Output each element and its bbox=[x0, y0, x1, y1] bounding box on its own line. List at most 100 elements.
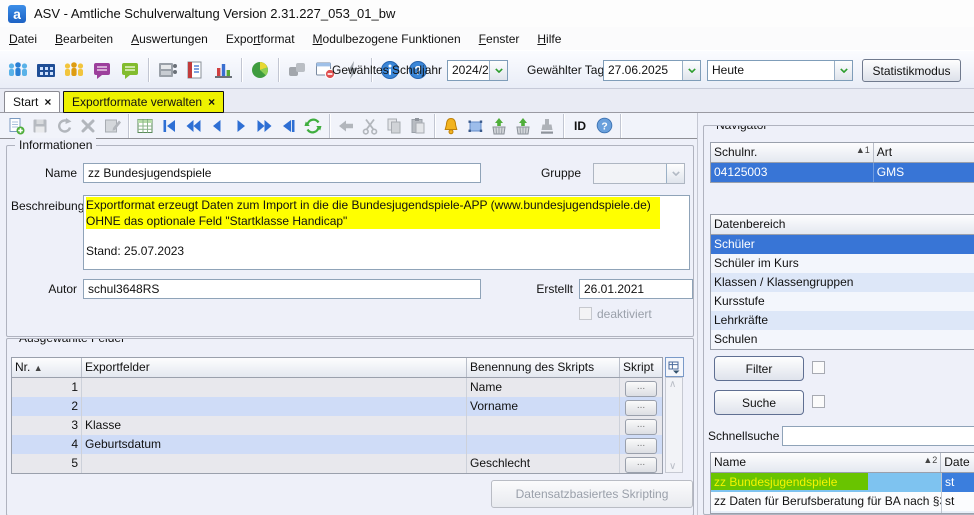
column-header-nr[interactable]: Nr. ▲ bbox=[12, 358, 82, 377]
filter-button[interactable]: Filter bbox=[714, 356, 804, 381]
column-header-exportfelder[interactable]: Exportfelder bbox=[82, 358, 467, 377]
refresh-icon[interactable] bbox=[301, 115, 325, 137]
schuljahr-select[interactable]: 2024/25 bbox=[447, 60, 508, 81]
nav-fast-back-icon[interactable] bbox=[181, 115, 205, 137]
menu-hilfe[interactable]: Hilfe bbox=[528, 30, 570, 48]
nav-back-icon[interactable] bbox=[205, 115, 229, 137]
exportformate-list: Name ▲2 Date zz Bundesjugendspiele st zz… bbox=[710, 452, 974, 514]
name-field[interactable] bbox=[83, 163, 481, 183]
menu-modulbezogene-funktionen[interactable]: Modulbezogene Funktionen bbox=[304, 30, 470, 48]
exportfelder-table: Nr. ▲ Exportfelder Benennung des Skripts… bbox=[11, 357, 663, 474]
report-purple-icon[interactable] bbox=[88, 56, 116, 84]
asv-logo-icon: a bbox=[8, 5, 26, 23]
suche-checkbox[interactable] bbox=[812, 395, 825, 408]
select-region-icon[interactable] bbox=[463, 115, 487, 137]
export-basket-icon[interactable] bbox=[511, 115, 535, 137]
nav-last-icon[interactable] bbox=[277, 115, 301, 137]
list-item-bundesjugendspiele[interactable]: zz Bundesjugendspiele st bbox=[711, 473, 974, 492]
tab-start[interactable]: Start × bbox=[4, 91, 60, 112]
chevron-down-icon[interactable] bbox=[834, 61, 852, 80]
menu-bearbeiten[interactable]: Bearbeiten bbox=[46, 30, 122, 48]
statistikmodus-button[interactable]: Statistikmodus bbox=[862, 59, 961, 82]
table-row[interactable]: 3 Klasse ... bbox=[12, 416, 662, 435]
list-item-schueler-im-kurs[interactable]: Schüler im Kurs bbox=[711, 254, 974, 273]
toolbar-separator bbox=[329, 114, 330, 138]
table-scrollbar[interactable]: ∧ ∨ bbox=[665, 377, 683, 473]
column-header-skript[interactable]: Skript bbox=[620, 358, 662, 377]
erstellt-field[interactable] bbox=[579, 279, 693, 299]
print-list-icon[interactable] bbox=[153, 56, 181, 84]
new-document-icon[interactable] bbox=[4, 115, 28, 137]
school-row-selected[interactable]: 04125003 GMS bbox=[711, 163, 974, 182]
close-icon[interactable]: × bbox=[208, 95, 215, 109]
autor-field[interactable] bbox=[83, 279, 481, 299]
pie-chart-icon[interactable] bbox=[246, 56, 274, 84]
column-header-date[interactable]: Date bbox=[941, 453, 974, 472]
column-header-schulnr[interactable]: Schulnr. ▲1 bbox=[711, 143, 874, 162]
column-header-benennung[interactable]: Benennung des Skripts bbox=[467, 358, 620, 377]
table-icon[interactable] bbox=[133, 115, 157, 137]
pupils-icon[interactable] bbox=[4, 56, 32, 84]
skript-edit-button[interactable]: ... bbox=[625, 457, 657, 473]
toolbar-separator bbox=[563, 114, 564, 138]
list-item-diagnoseverfahren-quop[interactable]: zz Diagnoseverfahren QUOP st bbox=[711, 511, 974, 514]
navigator-panel: Navigator Schulnr. ▲1 Art 04125003 GMS D… bbox=[697, 113, 974, 515]
list-item-kursstufe[interactable]: Kursstufe bbox=[711, 292, 974, 311]
list-item-daten-berufsberatung[interactable]: zz Daten für Berufsberatung für BA nach … bbox=[711, 492, 974, 511]
help-icon[interactable]: ? bbox=[592, 115, 616, 137]
svg-text:?: ? bbox=[601, 121, 607, 132]
table-row[interactable]: 4 Geburtsdatum ... bbox=[12, 435, 662, 454]
error-report-icon[interactable] bbox=[181, 56, 209, 84]
table-row[interactable]: 1 Name ... bbox=[12, 378, 662, 397]
title-bar: a ASV - Amtliche Schulverwaltung Version… bbox=[0, 0, 974, 27]
datenbereich-header[interactable]: Datenbereich bbox=[711, 215, 974, 234]
stamp-icon bbox=[535, 115, 559, 137]
applicants-icon[interactable] bbox=[60, 56, 88, 84]
list-item-schueler[interactable]: Schüler bbox=[711, 235, 974, 254]
undo-icon bbox=[52, 115, 76, 137]
table-row[interactable]: 5 Geschlecht ... bbox=[12, 454, 662, 473]
menu-exportformat[interactable]: Exportformat bbox=[217, 30, 304, 48]
id-button[interactable]: ID bbox=[568, 119, 592, 133]
bell-icon[interactable] bbox=[439, 115, 463, 137]
column-chooser-button[interactable] bbox=[665, 357, 684, 377]
nav-fast-forward-icon[interactable] bbox=[253, 115, 277, 137]
nav-first-icon[interactable] bbox=[157, 115, 181, 137]
toolbar-separator bbox=[241, 58, 242, 82]
skript-edit-button[interactable]: ... bbox=[625, 381, 657, 397]
scroll-up-icon[interactable]: ∧ bbox=[669, 380, 679, 390]
bar-chart-icon[interactable] bbox=[209, 56, 237, 84]
toolbar-separator bbox=[620, 114, 621, 138]
list-item-klassen-klassengruppen[interactable]: Klassen / Klassengruppen bbox=[711, 273, 974, 292]
deaktiviert-checkbox bbox=[579, 307, 592, 320]
menu-fenster[interactable]: Fenster bbox=[470, 30, 529, 48]
import-basket-icon[interactable] bbox=[487, 115, 511, 137]
modus-select[interactable]: Heute bbox=[707, 60, 853, 81]
menu-datei[interactable]: Datei bbox=[0, 30, 46, 48]
sort-asc-icon: ▲ bbox=[34, 363, 43, 373]
suche-button[interactable]: Suche bbox=[714, 390, 804, 415]
column-header-art[interactable]: Art bbox=[874, 143, 974, 162]
table-row[interactable]: 2 Vorname ... bbox=[12, 397, 662, 416]
scroll-down-icon[interactable]: ∨ bbox=[669, 462, 679, 472]
tag-select[interactable]: 27.06.2025 bbox=[603, 60, 701, 81]
skript-edit-button[interactable]: ... bbox=[625, 438, 657, 454]
school-building-icon[interactable] bbox=[32, 56, 60, 84]
column-header-name[interactable]: Name ▲2 bbox=[711, 453, 941, 472]
beschreibung-field[interactable]: Exportformat erzeugt Daten zum Import in… bbox=[83, 195, 690, 270]
close-icon[interactable]: × bbox=[44, 95, 51, 109]
nav-forward-icon[interactable] bbox=[229, 115, 253, 137]
cut-icon bbox=[358, 115, 382, 137]
chevron-down-icon[interactable] bbox=[682, 61, 700, 80]
tab-exportformate-verwalten[interactable]: Exportformate verwalten × bbox=[63, 91, 224, 113]
list-item-schulen[interactable]: Schulen bbox=[711, 330, 974, 349]
skript-edit-button[interactable]: ... bbox=[625, 400, 657, 416]
skript-edit-button[interactable]: ... bbox=[625, 419, 657, 435]
schnellsuche-input[interactable] bbox=[782, 426, 974, 446]
menu-auswertungen[interactable]: Auswertungen bbox=[122, 30, 217, 48]
report-green-icon[interactable] bbox=[116, 56, 144, 84]
table-header-row: Nr. ▲ Exportfelder Benennung des Skripts… bbox=[12, 358, 662, 378]
list-item-lehrkraefte[interactable]: Lehrkräfte bbox=[711, 311, 974, 330]
chevron-down-icon[interactable] bbox=[489, 61, 507, 80]
filter-checkbox[interactable] bbox=[812, 361, 825, 374]
